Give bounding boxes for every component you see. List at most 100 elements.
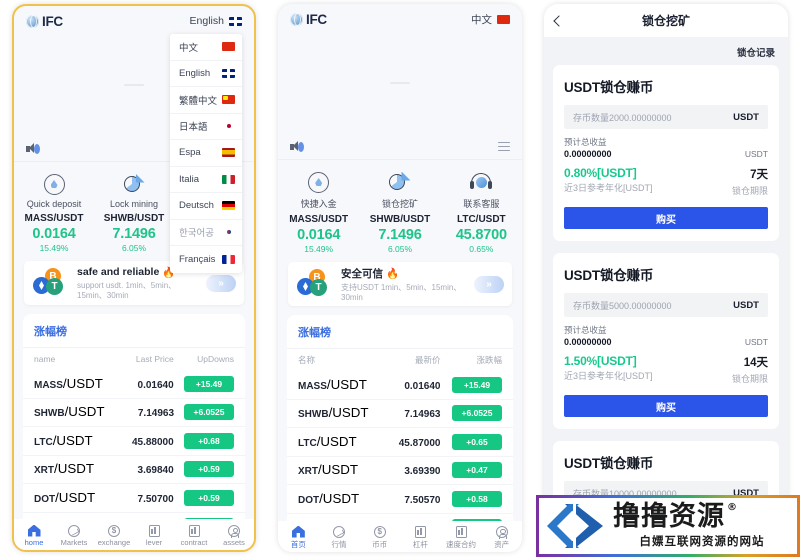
flag-jp-icon: [222, 121, 235, 131]
ticker-shwb[interactable]: SHWB/USDT 7.1496 6.05%: [359, 214, 440, 254]
brand-name: IFC: [42, 13, 63, 29]
promo-arrow-icon[interactable]: »: [206, 274, 236, 292]
globe-icon: [26, 14, 39, 28]
nav-item-home[interactable]: 首页: [278, 524, 319, 550]
table-row[interactable]: LTC/USDT 45.88000 +0.68: [23, 427, 245, 456]
quick-action-lock-mining[interactable]: Lock mining: [94, 171, 174, 209]
language-option-it[interactable]: Italia: [170, 167, 242, 193]
nav-item-lever[interactable]: lever: [134, 523, 174, 547]
promo-arrow-icon[interactable]: »: [474, 275, 504, 293]
pie-chart-icon: [359, 169, 440, 195]
language-option-en[interactable]: English: [170, 61, 242, 87]
quick-action-lock-mining[interactable]: 锁仓挖矿: [359, 169, 440, 210]
row-quote: /USDT: [319, 490, 360, 506]
ticker-ltc[interactable]: LTC/USDT 45.8700 0.65%: [441, 214, 522, 254]
table-row[interactable]: SHWB/USDT 7.14963 +6.0525: [287, 400, 513, 428]
announcement-speaker-icon[interactable]: [26, 143, 40, 155]
quick-action-quick-deposit[interactable]: 快捷入金: [278, 169, 359, 210]
brand-logo: IFC: [26, 14, 63, 29]
document-icon: [400, 524, 441, 539]
document-icon: [441, 524, 482, 539]
table-row[interactable]: MASS/USDT 0.01640 +15.49: [287, 371, 513, 400]
table-row[interactable]: DOT/USDT 7.50700 +0.59: [23, 484, 245, 513]
row-change-chip: +6.0525: [452, 405, 502, 422]
estimated-earnings-amount: 0.00000000: [564, 149, 612, 159]
phone-frame-chinese: IFC 中文 快捷入金 锁仓挖矿 联系客服 MASS/USDT 0.0164 1…: [278, 4, 522, 552]
lock-records-link[interactable]: 锁仓记录: [544, 37, 788, 65]
lock-mining-card-14d: USDT锁仓赚币 存币数量5000.00000000 USDT 预计总收益 0.…: [553, 253, 779, 429]
bottom-nav-english: home Markets $ exchange lever contract a…: [14, 519, 254, 550]
nav-label: assets: [223, 538, 245, 547]
ticker-mass[interactable]: MASS/USDT 0.0164 15.49%: [14, 213, 94, 253]
ticker-price: 7.1496: [112, 226, 156, 242]
annual-rate: 0.80%[USDT]: [564, 166, 637, 180]
nav-item-assets[interactable]: 资产: [481, 524, 522, 550]
ticker-price: 45.8700: [455, 227, 507, 243]
page-title: 锁仓挖矿: [641, 14, 690, 28]
nav-item-home[interactable]: home: [14, 523, 54, 547]
language-dropdown-menu[interactable]: 中文 English 繁體中文 日本語 Espa Italia Deutsch …: [170, 34, 242, 273]
nav-label: home: [24, 538, 44, 547]
language-option-zh-tw[interactable]: 繁體中文: [170, 87, 242, 114]
nav-item-contract[interactable]: contract: [174, 523, 214, 547]
row-change-chip: +15.49: [184, 375, 234, 392]
promo-banner-chinese[interactable]: B T 安全可信 🔥 支持USDT 1min、5min、15min、30min …: [288, 262, 512, 306]
language-option-es[interactable]: Espa: [170, 140, 242, 167]
table-row[interactable]: XRT/USDT 3.69840 +0.59: [23, 456, 245, 484]
language-option-fr[interactable]: Français: [170, 246, 242, 273]
language-selector[interactable]: English: [190, 15, 242, 27]
card-title: USDT锁仓赚币: [564, 456, 654, 471]
nav-item-contract[interactable]: 速度合约: [441, 524, 482, 550]
language-option-ja[interactable]: 日本語: [170, 114, 242, 140]
buy-button[interactable]: 购买: [564, 207, 768, 229]
language-option-zh[interactable]: 中文: [170, 34, 242, 61]
announcement-speaker-icon[interactable]: [290, 141, 304, 153]
row-change-chip: +0.65: [452, 433, 502, 450]
quick-action-label: 快捷入金: [300, 199, 337, 209]
ticker-mass[interactable]: MASS/USDT 0.0164 15.49%: [278, 214, 359, 254]
hamburger-menu-icon[interactable]: [498, 141, 510, 152]
back-arrow-icon[interactable]: [553, 14, 565, 27]
row-price: 45.88000: [131, 436, 174, 448]
ticker-shwb[interactable]: SHWB/USDT 7.1496 6.05%: [94, 213, 174, 253]
quick-action-customer-service[interactable]: 联系客服: [441, 169, 522, 210]
nav-label: 首页: [290, 540, 306, 549]
estimated-earnings-amount: 0.00000000: [564, 337, 612, 347]
table-row[interactable]: SHWB/USDT 7.14963 +6.0525: [23, 399, 245, 427]
language-option-label: 한국어공: [179, 228, 214, 240]
table-row[interactable]: DOT/USDT 7.50570 +0.58: [287, 485, 513, 514]
table-row[interactable]: LTC/USDT 45.87000 +0.65: [287, 428, 513, 457]
nav-item-exchange[interactable]: $ 币币: [359, 524, 400, 550]
nav-item-markets[interactable]: 行情: [319, 524, 360, 550]
panel-lock-mining: 锁仓挖矿 锁仓记录 USDT锁仓赚币 存币数量2000.00000000 USD…: [532, 0, 798, 557]
buy-button[interactable]: 购买: [564, 395, 768, 417]
row-change-chip: +0.47: [452, 462, 502, 479]
estimated-earnings-unit: USDT: [744, 337, 768, 347]
ticker-price: 0.0164: [297, 227, 341, 243]
flag-tw-icon: [222, 95, 235, 105]
language-selector[interactable]: 中文: [471, 12, 510, 27]
crypto-coins-icon: B T: [32, 268, 70, 298]
row-symbol: MASS: [34, 379, 63, 391]
row-quote: /USDT: [328, 405, 369, 421]
nav-item-assets[interactable]: assets: [214, 523, 254, 547]
quick-action-label: Lock mining: [109, 199, 159, 209]
column-header-change: 涨跌幅: [476, 355, 502, 365]
nav-item-markets[interactable]: Markets: [54, 523, 94, 547]
row-symbol: LTC: [34, 436, 53, 448]
language-option-ko[interactable]: 한국어공: [170, 220, 242, 246]
row-symbol: XRT: [298, 466, 318, 478]
language-option-de[interactable]: Deutsch: [170, 193, 242, 220]
flag-es-icon: [222, 148, 235, 158]
quick-action-quick-deposit[interactable]: Quick deposit: [14, 171, 94, 209]
table-row[interactable]: XRT/USDT 3.69390 +0.47: [287, 457, 513, 485]
nav-item-exchange[interactable]: $ exchange: [94, 523, 134, 547]
nav-item-lever[interactable]: 杠杆: [400, 524, 441, 550]
deposit-amount-input[interactable]: 存币数量2000.00000000 USDT: [564, 105, 768, 129]
language-option-label: Italia: [179, 173, 200, 185]
table-row[interactable]: MASS/USDT 0.01640 +15.49: [23, 370, 245, 399]
screenshot-stage: IFC English 中文 English 繁體中文 日本語 Espa Ita…: [0, 0, 800, 557]
dollar-icon: $: [94, 523, 134, 538]
deposit-amount-input[interactable]: 存币数量5000.00000000 USDT: [564, 293, 768, 317]
language-option-label: Français: [179, 253, 216, 265]
